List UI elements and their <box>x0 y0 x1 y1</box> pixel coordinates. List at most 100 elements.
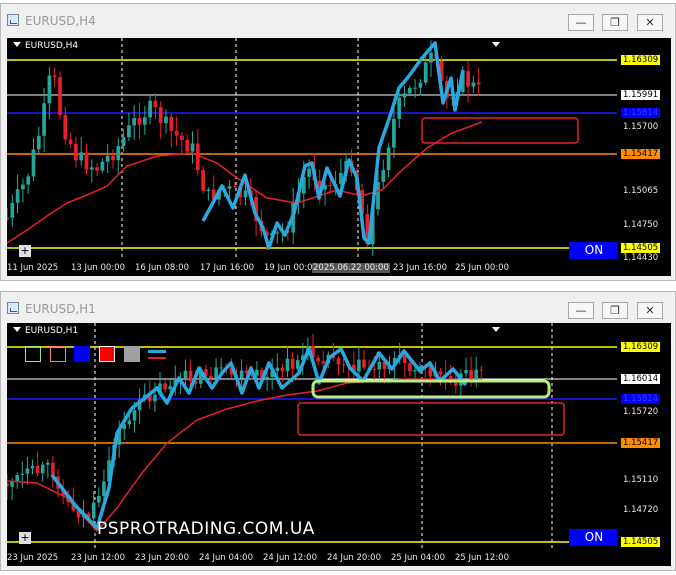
candle-body <box>316 357 320 362</box>
candle-body <box>429 52 433 63</box>
candle-body <box>227 186 232 189</box>
candle-body <box>392 118 396 148</box>
title-bar[interactable]: EURUSD,H1 — ❐ ✕ <box>1 292 675 326</box>
candle-body <box>479 369 484 371</box>
candle-body <box>30 465 35 469</box>
candle-body <box>408 363 412 372</box>
candle-body <box>233 186 237 188</box>
price-tag-support: 1.15417 <box>621 438 661 448</box>
chart-shift-marker-icon[interactable] <box>492 327 500 332</box>
close-button[interactable]: ✕ <box>637 302 663 319</box>
minimize-button[interactable]: — <box>568 302 594 319</box>
candle-body <box>142 117 147 125</box>
time-axis-label: 24 Jun 12:00 <box>263 553 317 563</box>
price-tag-current: 1.15991 <box>621 90 661 100</box>
moving-average-line <box>7 121 483 244</box>
dropdown-triangle-icon <box>13 42 21 47</box>
candle-body <box>35 465 40 474</box>
candle-body <box>164 116 168 124</box>
time-axis-label: 23 Jun 16:00 <box>393 263 447 273</box>
candle-body <box>386 147 391 171</box>
target-zone-rectangle[interactable] <box>421 117 579 144</box>
symbol-label[interactable]: EURUSD,H4 <box>13 41 78 51</box>
time-axis-label: 11 Jun 2025 <box>7 263 59 273</box>
price-tag-blue-level: 1.15814 <box>621 394 661 404</box>
time-scale[interactable]: 11 Jun 2025 13 Jun 00:00 16 Jun 08:00 17… <box>7 260 617 276</box>
candle-body <box>26 176 31 185</box>
candle-body <box>10 481 14 487</box>
gray-fill-tool-icon[interactable] <box>124 346 140 362</box>
candle-body <box>158 107 163 124</box>
price-scale[interactable]: 1.16309 1.16014 1.15814 1.15720 1.15417 … <box>617 323 671 566</box>
price-chart-area[interactable]: EURUSD,H1 PSPROTRADING.COM.UA ON + <box>7 323 617 550</box>
target-zone-rectangle[interactable] <box>297 402 565 436</box>
time-axis-label: 23 Jun 2025 <box>7 553 59 563</box>
symbol-label[interactable]: EURUSD,H1 <box>13 326 78 336</box>
line-style-tool-icon[interactable] <box>148 348 166 362</box>
zigzag-drawing[interactable] <box>50 346 468 530</box>
chart-window-icon <box>7 14 19 26</box>
restore-button[interactable]: ❐ <box>602 14 628 31</box>
candle-body <box>105 155 110 162</box>
rectangle-orange-tool-icon[interactable] <box>50 346 66 362</box>
candle-body <box>201 170 205 191</box>
candle-body <box>183 370 188 379</box>
candle-body <box>47 75 52 104</box>
candle-body <box>127 420 132 425</box>
price-tag-bottom: 1.14505 <box>621 537 661 547</box>
window-title: EURUSD,H4 <box>25 14 96 28</box>
candle-body <box>15 189 20 203</box>
candle-body <box>438 371 443 375</box>
minimize-button[interactable]: — <box>568 14 594 31</box>
candle-body <box>402 93 407 98</box>
symbol-text: EURUSD,H4 <box>25 41 79 51</box>
candle-body <box>40 464 45 474</box>
on-toggle-button[interactable]: ON <box>569 242 617 259</box>
time-axis-label: 16 Jun 08:00 <box>135 263 189 273</box>
candle-body <box>116 145 121 161</box>
candle-body <box>180 135 184 140</box>
candle-body <box>413 87 417 89</box>
time-scale[interactable]: 23 Jun 2025 23 Jun 12:00 23 Jun 20:00 24… <box>7 550 617 566</box>
on-toggle-button[interactable]: ON <box>569 529 617 546</box>
candle-body <box>89 167 94 170</box>
candle-body <box>168 386 172 390</box>
price-axis-label: 1.15110 <box>623 475 659 485</box>
candle-body <box>290 358 295 369</box>
time-axis-label: 23 Jun 12:00 <box>71 553 125 563</box>
candle-body <box>275 367 280 372</box>
candle-body <box>102 481 106 496</box>
price-tag-support: 1.15417 <box>621 149 661 159</box>
candle-body <box>280 367 285 372</box>
close-button[interactable]: ✕ <box>637 14 663 31</box>
candle-body <box>372 368 376 370</box>
blue-fill-tool-icon[interactable] <box>74 346 90 362</box>
candle-body <box>397 97 402 119</box>
price-chart-area[interactable]: EURUSD,H4 ON + <box>7 38 617 260</box>
watermark-text: PSPROTRADING.COM.UA <box>97 519 315 539</box>
restore-button[interactable]: ❐ <box>602 302 628 319</box>
price-axis-label: 1.14430 <box>623 253 659 263</box>
rectangle-green-tool-icon[interactable] <box>25 346 41 362</box>
time-axis-label: 17 Jun 16:00 <box>200 263 254 273</box>
price-tag-current: 1.16014 <box>621 374 661 384</box>
price-scale[interactable]: 1.16309 1.15991 1.15814 1.15700 1.15417 … <box>617 38 671 276</box>
candle-body <box>15 474 19 482</box>
plus-button[interactable]: + <box>19 245 31 257</box>
candle-body <box>454 382 458 386</box>
candle-body <box>209 375 213 379</box>
chart-window-h4: EURUSD,H4 — ❐ ✕ EURUSD,H4 ON + 1.16309 1… <box>0 3 676 281</box>
candle-body <box>285 358 290 372</box>
candle-body <box>418 82 423 88</box>
chart-shift-marker-icon[interactable] <box>492 42 500 47</box>
title-bar[interactable]: EURUSD,H4 — ❐ ✕ <box>1 4 675 38</box>
red-fill-tool-icon[interactable] <box>99 346 115 362</box>
candle-body <box>466 71 470 87</box>
plus-button[interactable]: + <box>19 532 31 544</box>
candle-body <box>243 190 248 198</box>
candle-body <box>121 137 126 146</box>
candle-body <box>307 168 311 177</box>
time-axis-label: 13 Jun 00:00 <box>71 263 125 273</box>
candle-body <box>7 483 9 487</box>
candle-body <box>20 473 25 475</box>
